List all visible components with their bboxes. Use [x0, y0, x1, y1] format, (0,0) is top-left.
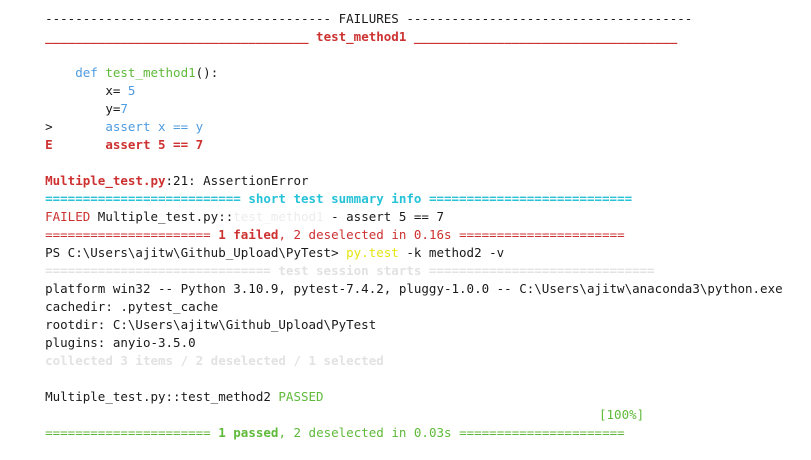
result-rule-2: ====================== 1 passed, 2 desel… — [15, 406, 625, 440]
test-section-rule: ___________________________________ test… — [15, 10, 677, 44]
platform-line: platform win32 -- Python 3.10.9, pytest-… — [15, 262, 783, 296]
section-rule-left: ___________________________________ — [45, 29, 309, 44]
code-x-line: x= 5 — [15, 64, 135, 98]
assertion-error-line: Multiple_test.py:21: AssertionError — [15, 154, 308, 188]
rootdir-line: rootdir: C:\Users\ajitw\Github_Upload\Py… — [15, 298, 376, 332]
result2-deselected: 2 deselected in 0.03s — [293, 425, 452, 440]
failed-line: FAILED Multiple_test.py::test_method1 - … — [15, 190, 444, 224]
code-def-line: def test_method1(): — [15, 46, 218, 80]
terminal-output[interactable]: -------------------------------------- F… — [0, 0, 811, 440]
error-assert-line: E assert 5 == 7 — [15, 118, 203, 152]
section-rule-right: ___________________________________ — [413, 29, 678, 44]
result-rule-1: ====================== 1 failed, 2 desel… — [15, 208, 625, 242]
e-marker: E — [45, 137, 53, 152]
result2-sep: , — [278, 425, 294, 440]
code-y-line: y=7 — [15, 82, 128, 116]
powershell-prompt: PS C:\Users\ajitw\Github_Upload\PyTest> … — [15, 226, 504, 260]
plugins-line: plugins: anyio-3.5.0 — [15, 316, 196, 350]
result2-left: ====================== — [45, 425, 211, 440]
session-starts-rule: ============================== test sess… — [15, 244, 655, 278]
failures-rule: -------------------------------------- F… — [15, 0, 692, 26]
section-rule-title: test_method1 — [316, 29, 407, 44]
passed-count: 1 passed — [218, 425, 279, 440]
result2-right: ====================== — [459, 425, 625, 440]
x-value: 5 — [127, 83, 136, 98]
test-result-name: Multiple_test.py::test_method2 — [45, 389, 279, 404]
collected-line: collected 3 items / 2 deselected / 1 sel… — [15, 334, 384, 368]
test-status-passed: PASSED — [278, 389, 324, 404]
signature-tail: (): — [195, 65, 219, 80]
test-result-line: Multiple_test.py::test_method2 PASSED [1… — [15, 370, 715, 422]
error-assert-text: assert 5 == 7 — [105, 137, 204, 152]
summary-rule: ========================== short test su… — [15, 172, 632, 206]
cachedir-line: cachedir: .pytest_cache — [15, 280, 218, 314]
summary-rule-right: =========================== — [428, 191, 633, 206]
collected-text: collected 3 items / 2 deselected / 1 sel… — [45, 353, 384, 368]
code-assert-line: > assert x == y — [15, 100, 203, 134]
